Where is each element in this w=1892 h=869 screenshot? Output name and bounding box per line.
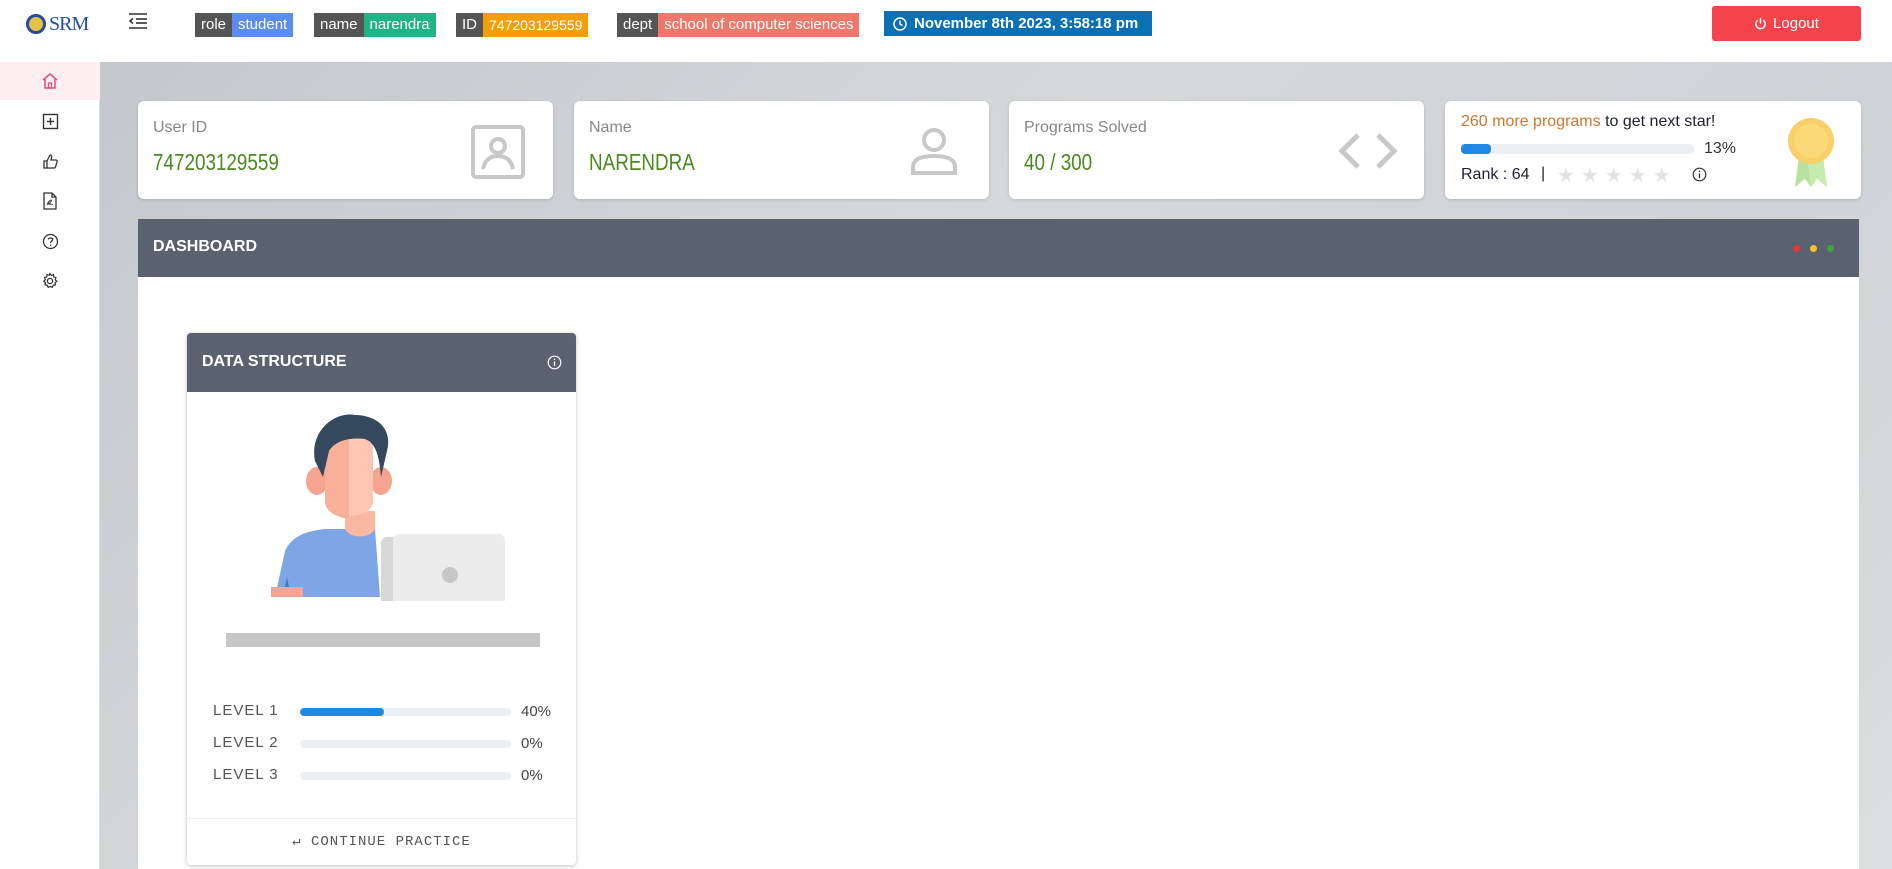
level-1-percent: 40% — [521, 703, 552, 720]
dashboard-header: DASHBOARD — [138, 219, 1859, 277]
next-star-text: 260 more programs to get next star! — [1461, 113, 1715, 131]
medal-icon — [1785, 117, 1837, 194]
course-title: DATA STRUCTURE — [202, 353, 347, 370]
sidebar-item-help[interactable] — [0, 222, 100, 260]
course-card-data-structure: DATA STRUCTURE LEVEL 1 40% LEVEL 2 0% LE… — [187, 333, 576, 865]
window-dot-red[interactable] — [1793, 245, 1800, 252]
logout-label: Logout — [1773, 15, 1819, 32]
dashboard-panel: DASHBOARD DATA STRUCTURE LEVEL 1 40% LEV… — [138, 219, 1859, 869]
logo-seal-icon — [26, 14, 46, 34]
level-2-label: LEVEL 2 — [213, 734, 279, 751]
power-icon — [1755, 17, 1766, 30]
star-progress-bar — [1461, 144, 1694, 154]
level-1-progress-bar — [300, 708, 511, 716]
star-progress-label: 13% — [1704, 140, 1737, 157]
rank-info-icon[interactable] — [1692, 167, 1707, 187]
pdf-file-icon — [43, 192, 57, 210]
enter-arrow-icon: ↵ — [292, 834, 302, 850]
continue-practice-label: CONTINUE PRACTICE — [311, 834, 471, 850]
programs-label: Programs Solved — [1024, 119, 1147, 136]
name-badge: name narendra — [314, 13, 436, 37]
top-bar: SRM role student name narendra ID 747203… — [0, 0, 1892, 62]
user-id-card: User ID 747203129559 — [138, 101, 553, 199]
main-content: User ID 747203129559 Name NARENDRA Progr… — [100, 62, 1892, 869]
menu-toggle-icon[interactable] — [128, 12, 150, 30]
level-2-progress-bar — [300, 740, 511, 748]
dept-badge-key: dept — [617, 13, 659, 37]
name-card: Name NARENDRA — [574, 101, 989, 199]
user-id-label: User ID — [153, 119, 208, 136]
sidebar-item-settings[interactable] — [0, 262, 100, 300]
next-star-card: 260 more programs to get next star! 13% … — [1445, 101, 1861, 199]
name-value: NARENDRA — [589, 149, 695, 175]
name-badge-key: name — [314, 13, 364, 37]
level-1-label: LEVEL 1 — [213, 702, 279, 719]
help-circle-icon — [42, 233, 58, 249]
home-icon — [42, 73, 58, 89]
dashboard-title: DASHBOARD — [153, 238, 257, 255]
id-badge-value: 747203129559 — [483, 13, 589, 37]
gear-icon — [42, 272, 58, 289]
id-badge-key: ID — [456, 13, 483, 37]
role-badge: role student — [195, 13, 294, 37]
sidebar-item-likes[interactable] — [0, 142, 100, 180]
dept-badge: dept school of computer sciences — [617, 13, 860, 37]
level-1-progress-fill — [300, 708, 385, 716]
level-3-percent: 0% — [521, 767, 543, 784]
plus-square-icon — [42, 113, 58, 129]
user-id-value: 747203129559 — [153, 149, 279, 175]
role-badge-key: role — [195, 13, 233, 37]
programs-value: 40 / 300 — [1024, 149, 1093, 175]
course-info-icon[interactable] — [547, 355, 562, 375]
name-badge-value: narendra — [363, 13, 436, 37]
level-2-percent: 0% — [521, 735, 543, 752]
code-icon — [1338, 131, 1398, 176]
id-card-icon — [471, 125, 525, 184]
name-label: Name — [589, 119, 632, 136]
dept-badge-value: school of computer sciences — [658, 13, 860, 37]
level-3-label: LEVEL 3 — [213, 766, 279, 783]
role-badge-value: student — [232, 13, 294, 37]
id-badge: ID 747203129559 — [456, 13, 589, 37]
window-dot-yellow[interactable] — [1810, 245, 1817, 252]
programs-solved-card: Programs Solved 40 / 300 — [1009, 101, 1424, 199]
logo-text: SRM — [49, 12, 89, 35]
sidebar-item-reports[interactable] — [0, 182, 100, 220]
star-progress-fill — [1461, 144, 1492, 154]
rank-label: Rank : 64 — [1461, 166, 1530, 183]
star-rating: ★ ★ ★ ★ ★ — [1557, 163, 1671, 188]
level-3-progress-bar — [300, 772, 511, 780]
window-dot-green[interactable] — [1827, 245, 1834, 252]
datetime-text: November 8th 2023, 3:58:18 pm — [914, 15, 1139, 32]
next-star-suffix: to get next star! — [1605, 113, 1716, 130]
clock-icon — [893, 16, 907, 31]
rank-separator: | — [1541, 165, 1546, 182]
datetime-badge: November 8th 2023, 3:58:18 pm — [884, 11, 1152, 36]
srm-logo[interactable]: SRM — [26, 10, 98, 38]
student-laptop-illustration — [225, 401, 541, 622]
desk-surface — [226, 633, 540, 647]
thumbs-up-icon — [42, 153, 58, 169]
user-icon — [909, 127, 959, 180]
continue-practice-button[interactable]: ↵ CONTINUE PRACTICE — [187, 818, 576, 865]
star-icon: ★ — [1557, 165, 1575, 187]
sidebar-item-add[interactable] — [0, 102, 100, 140]
programs-remaining: 260 more programs — [1461, 113, 1601, 130]
sidebar — [0, 62, 100, 869]
star-icon: ★ — [1604, 165, 1623, 187]
star-icon: ★ — [1652, 165, 1671, 187]
star-icon: ★ — [1580, 165, 1599, 187]
course-card-header: DATA STRUCTURE — [187, 333, 576, 392]
star-icon: ★ — [1628, 165, 1647, 187]
logout-button[interactable]: Logout — [1712, 6, 1861, 41]
sidebar-item-home[interactable] — [0, 62, 100, 100]
